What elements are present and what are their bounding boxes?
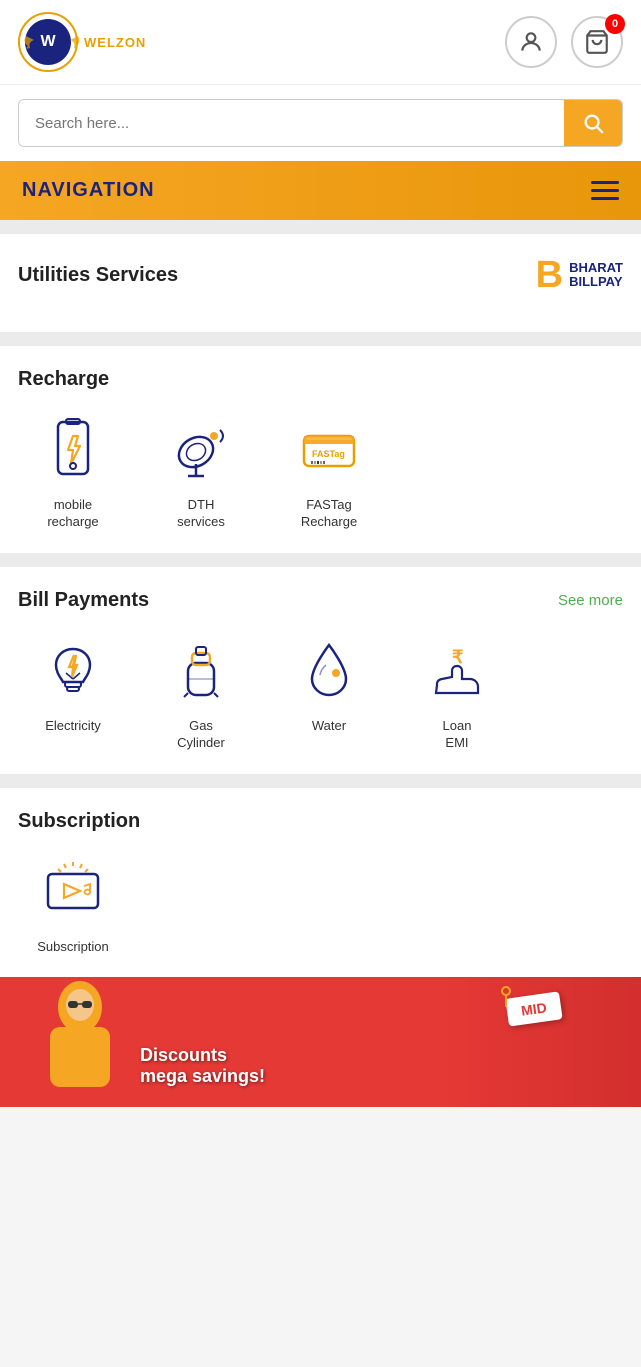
gas-cylinder-icon-wrap xyxy=(161,630,241,710)
mobile-recharge-icon-wrap xyxy=(33,409,113,489)
mobile-recharge-item[interactable]: mobilerecharge xyxy=(18,409,128,531)
dth-services-item[interactable]: DTHservices xyxy=(146,409,256,531)
electricity-label: Electricity xyxy=(45,718,101,735)
water-item[interactable]: Water xyxy=(274,630,384,752)
electricity-item[interactable]: Electricity xyxy=(18,630,128,752)
divider-1 xyxy=(0,220,641,234)
fastag-recharge-item[interactable]: FASTag FASTagRecharge xyxy=(274,409,384,531)
subscription-label: Subscription xyxy=(37,939,109,956)
logo-text: WELZON xyxy=(84,35,146,50)
loan-emi-label: LoanEMI xyxy=(443,718,472,752)
recharge-title: Recharge xyxy=(18,368,623,391)
hamburger-line-1 xyxy=(591,181,619,184)
recharge-items-grid: mobilerecharge DTHservice xyxy=(18,409,623,531)
dth-services-icon xyxy=(166,414,236,484)
logo-container: W WELZON xyxy=(18,12,146,72)
bharat-billpay-logo: B BHARAT BILLPAY xyxy=(536,256,623,294)
divider-2 xyxy=(0,332,641,346)
fastag-recharge-icon-wrap: FASTag xyxy=(289,409,369,489)
banner: Discounts mega savings! MID xyxy=(0,977,641,1107)
subscription-section: Subscription Subscript xyxy=(0,788,641,978)
bharat-line1: BHARAT xyxy=(569,261,623,275)
electricity-icon-wrap xyxy=(33,630,113,710)
water-icon xyxy=(294,635,364,705)
cart-button[interactable]: 0 xyxy=(571,16,623,68)
subscription-item[interactable]: Subscription xyxy=(18,851,128,956)
banner-line1: Discounts xyxy=(140,1045,265,1066)
bill-payments-header: Bill Payments See more xyxy=(18,589,623,612)
utilities-header: Utilities Services B BHARAT BILLPAY xyxy=(18,256,623,294)
divider-3 xyxy=(0,553,641,567)
subscription-icon-wrap xyxy=(33,851,113,931)
dth-services-label: DTHservices xyxy=(177,497,225,531)
logo: W xyxy=(18,12,78,72)
hamburger-menu-button[interactable] xyxy=(591,181,619,200)
fastag-recharge-label: FASTagRecharge xyxy=(301,497,357,531)
search-input-wrap xyxy=(18,99,623,147)
water-label: Water xyxy=(312,718,346,735)
hamburger-line-2 xyxy=(591,189,619,192)
search-icon xyxy=(582,112,604,134)
nav-bar: NAVIGATION xyxy=(0,161,641,220)
loan-emi-icon: ₹ xyxy=(422,635,492,705)
electricity-icon xyxy=(38,635,108,705)
banner-container: Discounts mega savings! MID xyxy=(0,977,641,1107)
subscription-items-grid: Subscription xyxy=(18,851,623,956)
subscription-icon xyxy=(38,856,108,926)
recharge-section: Recharge mobilerecharge xyxy=(0,346,641,553)
svg-text:FASTag: FASTag xyxy=(312,449,345,459)
logo-wings-svg xyxy=(20,14,84,78)
cart-icon xyxy=(584,29,610,55)
mobile-recharge-icon xyxy=(38,414,108,484)
svg-text:₹: ₹ xyxy=(452,647,464,667)
gas-cylinder-item[interactable]: GasCylinder xyxy=(146,630,256,752)
fastag-recharge-icon: FASTag xyxy=(294,414,364,484)
hamburger-line-3 xyxy=(591,197,619,200)
subscription-title: Subscription xyxy=(18,810,623,833)
divider-4 xyxy=(0,774,641,788)
bill-payments-title: Bill Payments xyxy=(18,589,149,612)
bharat-text: BHARAT BILLPAY xyxy=(569,261,623,290)
user-profile-button[interactable] xyxy=(505,16,557,68)
gas-cylinder-icon xyxy=(166,635,236,705)
bill-payments-items-grid: Electricity GasCylinder xyxy=(18,630,623,752)
loan-emi-item[interactable]: ₹ LoanEMI xyxy=(402,630,512,752)
gas-cylinder-label: GasCylinder xyxy=(177,718,225,752)
user-icon xyxy=(518,29,544,55)
search-button[interactable] xyxy=(564,100,622,146)
loan-emi-icon-wrap: ₹ xyxy=(417,630,497,710)
utilities-section: Utilities Services B BHARAT BILLPAY xyxy=(0,234,641,332)
banner-text: Discounts mega savings! xyxy=(140,1045,265,1087)
banner-person-svg xyxy=(0,977,160,1107)
search-bar xyxy=(0,85,641,161)
cart-badge: 0 xyxy=(605,14,625,34)
header: W WELZON 0 xyxy=(0,0,641,85)
banner-line2: mega savings! xyxy=(140,1066,265,1087)
nav-title: NAVIGATION xyxy=(22,179,155,202)
banner-tag-svg xyxy=(491,985,521,1015)
bill-payments-section: Bill Payments See more xyxy=(0,567,641,774)
dth-services-icon-wrap xyxy=(161,409,241,489)
header-icons: 0 xyxy=(505,16,623,68)
see-more-button[interactable]: See more xyxy=(558,592,623,609)
water-icon-wrap xyxy=(289,630,369,710)
utilities-title: Utilities Services xyxy=(18,264,178,287)
bharat-b-letter: B xyxy=(536,256,563,294)
search-input[interactable] xyxy=(19,100,564,146)
mobile-recharge-label: mobilerecharge xyxy=(47,497,98,531)
bharat-line2: BILLPAY xyxy=(569,275,623,289)
